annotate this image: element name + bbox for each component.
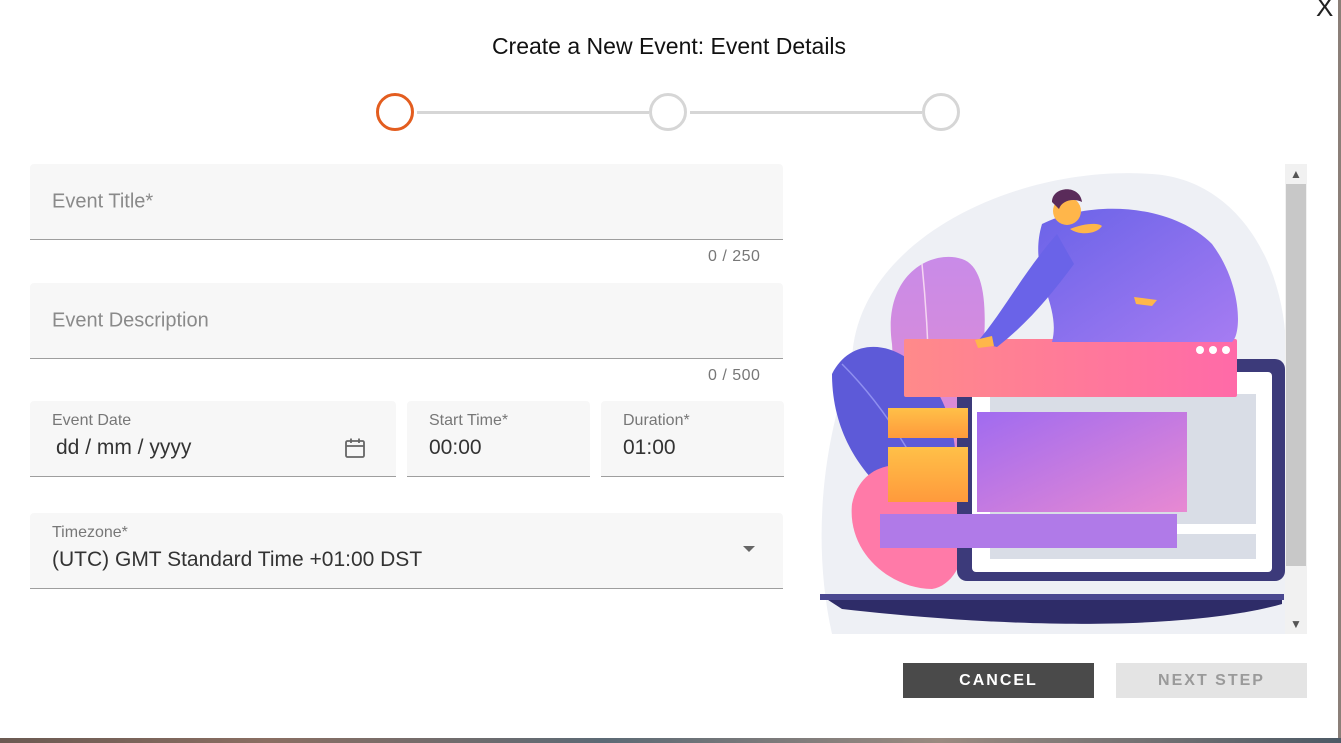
- timezone-value: (UTC) GMT Standard Time +01:00 DST: [52, 548, 423, 571]
- calendar-icon[interactable]: [344, 437, 366, 459]
- start-time-field[interactable]: Start Time* 00:00: [407, 401, 590, 477]
- start-time-label: Start Time*: [429, 412, 509, 429]
- event-date-field[interactable]: Event Date dd / mm / yyyy: [30, 401, 396, 477]
- close-button[interactable]: X: [1316, 0, 1341, 20]
- scroll-up-icon[interactable]: ▲: [1285, 164, 1307, 184]
- scrollbar[interactable]: ▲ ▼: [1285, 164, 1307, 634]
- event-title-counter: 0 / 250: [708, 248, 761, 265]
- duration-label: Duration*: [623, 412, 690, 429]
- background-edge-bottom: [0, 738, 1341, 743]
- step-connector-2: [690, 111, 922, 114]
- event-title-field[interactable]: Event Title*: [30, 164, 783, 240]
- progress-stepper: [376, 93, 962, 133]
- step-connector-1: [417, 111, 649, 114]
- chevron-down-icon[interactable]: [743, 546, 755, 552]
- event-description-field[interactable]: Event Description: [30, 283, 783, 359]
- scrollbar-thumb[interactable]: [1286, 184, 1306, 566]
- event-illustration: [820, 173, 1286, 634]
- duration-field[interactable]: Duration* 01:00: [601, 401, 784, 477]
- next-step-button[interactable]: NEXT STEP: [1116, 663, 1307, 698]
- event-description-counter: 0 / 500: [708, 367, 761, 384]
- start-time-value: 00:00: [429, 436, 482, 459]
- event-title-placeholder: Event Title*: [52, 190, 154, 212]
- dialog-title: Create a New Event: Event Details: [491, 33, 847, 59]
- step-2-indicator: [649, 93, 687, 131]
- event-date-label: Event Date: [52, 412, 132, 429]
- step-1-indicator: [376, 93, 414, 131]
- duration-value: 01:00: [623, 436, 676, 459]
- cancel-button[interactable]: CANCEL: [903, 663, 1094, 698]
- event-date-value: dd / mm / yyyy: [56, 436, 192, 459]
- timezone-select[interactable]: Timezone* (UTC) GMT Standard Time +01:00…: [30, 513, 783, 589]
- step-3-indicator: [922, 93, 960, 131]
- scroll-down-icon[interactable]: ▼: [1285, 614, 1307, 634]
- timezone-label: Timezone*: [52, 524, 128, 541]
- event-description-placeholder: Event Description: [52, 309, 209, 331]
